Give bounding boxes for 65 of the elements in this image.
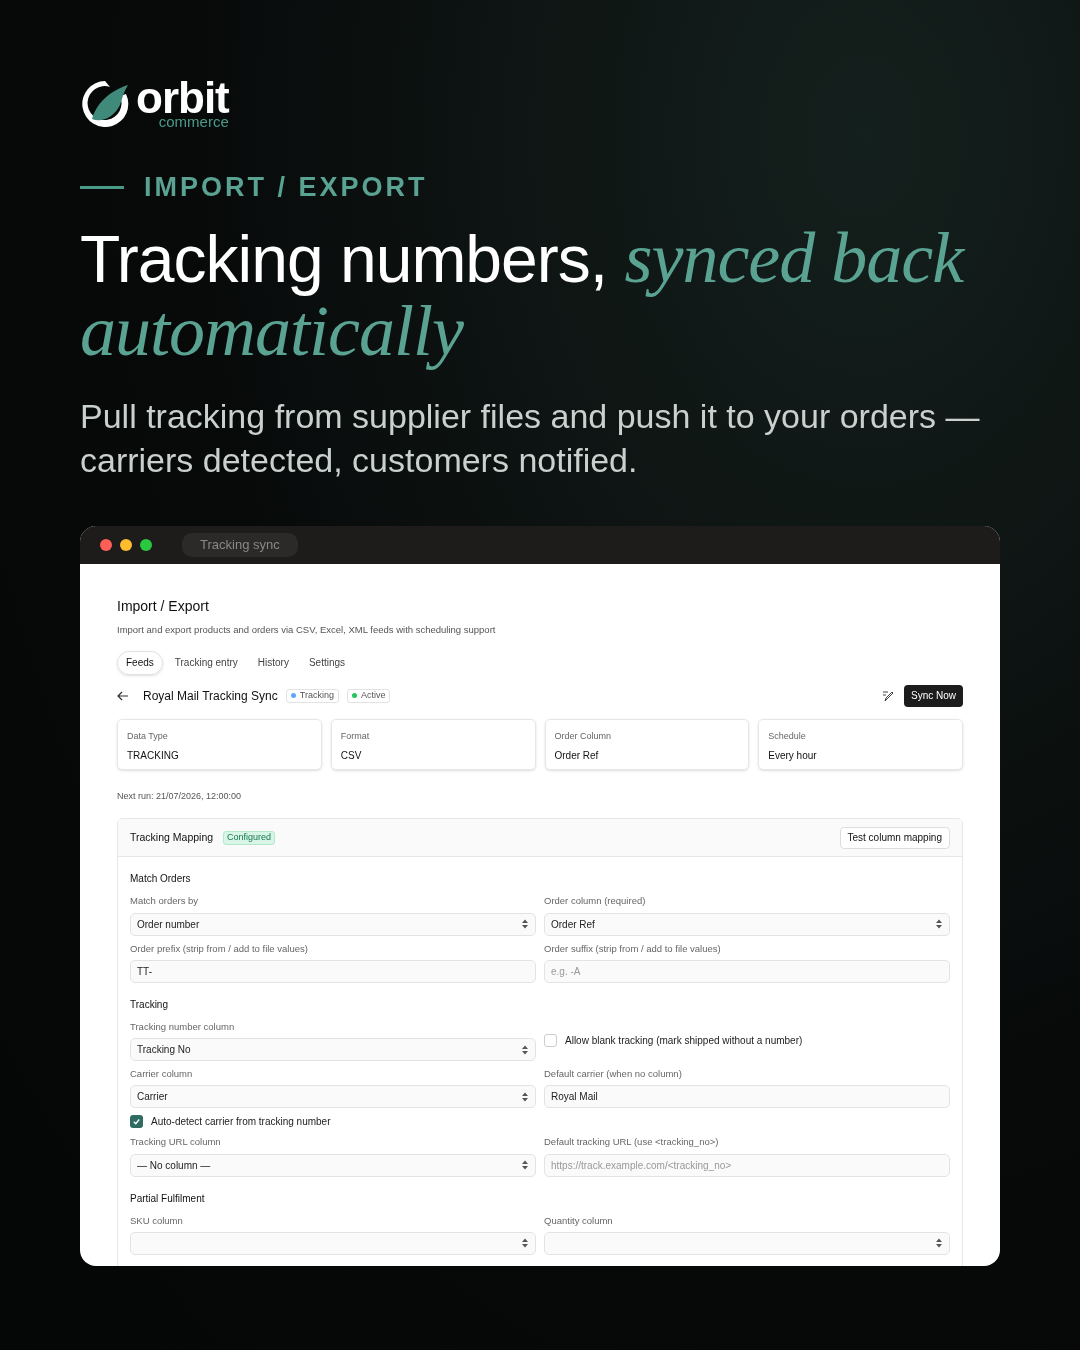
mapping-title: Tracking Mapping <box>130 829 214 845</box>
field-label: Order column (required) <box>544 894 647 909</box>
select-chevrons-icon <box>521 918 529 930</box>
edit-icon[interactable] <box>882 689 894 702</box>
section-title: Tracking <box>130 997 169 1012</box>
field-label: SKU column <box>130 1213 184 1228</box>
summary-value: CSV <box>340 749 363 764</box>
subheading: Pull tracking from supplier files and push it to your orders — carriers detected, customers notified. <box>80 395 981 481</box>
checkbox-label: Allow blank tracking (mark shipped without a number) <box>565 1033 803 1048</box>
field-label: Quantity column <box>544 1213 614 1228</box>
test-mapping-button[interactable]: Test column mapping <box>839 826 950 849</box>
field-label: Tracking number column <box>130 1019 236 1034</box>
select-field[interactable] <box>544 1231 950 1255</box>
select-chevrons-icon <box>521 1090 529 1103</box>
summary-value: Every hour <box>768 749 818 764</box>
section-title: Partial Fulfilment <box>130 1191 206 1206</box>
badge-label: Tracking <box>299 689 334 702</box>
headline: Tracking numbers, synced back automatically <box>80 221 967 373</box>
input-field[interactable]: TT- <box>130 959 536 983</box>
sync-now-button[interactable]: Sync Now <box>904 684 963 707</box>
check-icon <box>132 1117 141 1127</box>
window-title: Tracking sync <box>182 532 298 557</box>
page-description: Import and export products and orders via CSV, Excel, XML feeds with scheduling support <box>117 622 497 637</box>
select-chevrons-icon <box>935 1237 943 1250</box>
field-label: Carrier column <box>130 1067 194 1081</box>
page-title: Import / Export <box>117 596 210 616</box>
summary-value: TRACKING <box>127 749 180 764</box>
checkbox-label: Auto-detect carrier from tracking number <box>151 1115 331 1130</box>
select-field[interactable]: Tracking No <box>130 1038 536 1061</box>
field-label: Order prefix (strip from / add to file values) <box>130 941 309 956</box>
select-field[interactable]: Order number <box>130 912 536 936</box>
select-chevrons-icon <box>935 918 943 930</box>
configured-badge: Configured <box>223 830 276 845</box>
select-field[interactable]: — No column — <box>130 1153 536 1177</box>
select-chevrons-icon <box>521 1237 529 1250</box>
field-label: Default tracking URL (use <tracking_no>) <box>544 1135 720 1150</box>
input-field[interactable]: Royal Mail <box>544 1085 950 1109</box>
next-run-text: Next run: 21/07/2026, 12:00:00 <box>117 789 243 803</box>
input-field[interactable]: https://track.example.com/<tracking_no> <box>544 1153 950 1177</box>
field-label: Order suffix (strip from / add to file values) <box>544 941 722 956</box>
orbit-logo-icon <box>80 78 130 129</box>
select-field[interactable] <box>130 1231 536 1255</box>
tab[interactable]: Settings <box>300 650 354 675</box>
summary-label: Order Column <box>554 729 613 743</box>
summary-label: Schedule <box>768 729 807 743</box>
select-chevrons-icon <box>521 1159 529 1171</box>
tab[interactable]: History <box>249 650 297 675</box>
select-field[interactable]: Carrier <box>130 1085 536 1109</box>
field-label: Tracking URL column <box>130 1135 222 1150</box>
select-chevrons-icon <box>521 1043 529 1056</box>
select-field[interactable]: Order Ref <box>544 912 950 936</box>
field-label: Default carrier (when no column) <box>544 1067 683 1081</box>
checkbox[interactable] <box>544 1033 557 1047</box>
section-title: Match Orders <box>130 872 192 887</box>
summary-label: Format <box>340 729 371 743</box>
field-label: Match orders by <box>130 894 200 909</box>
input-field[interactable]: e.g. -A <box>544 959 950 983</box>
back-arrow-icon[interactable] <box>117 690 129 701</box>
summary-label: Data Type <box>127 729 169 743</box>
section-eyebrow: IMPORT / EXPORT <box>144 171 428 204</box>
feed-name: Royal Mail Tracking Sync <box>143 687 278 705</box>
checkbox[interactable] <box>130 1115 143 1129</box>
summary-value: Order Ref <box>554 749 600 764</box>
tab[interactable]: Tracking entry <box>166 650 246 675</box>
badge-label: Active <box>360 689 386 702</box>
